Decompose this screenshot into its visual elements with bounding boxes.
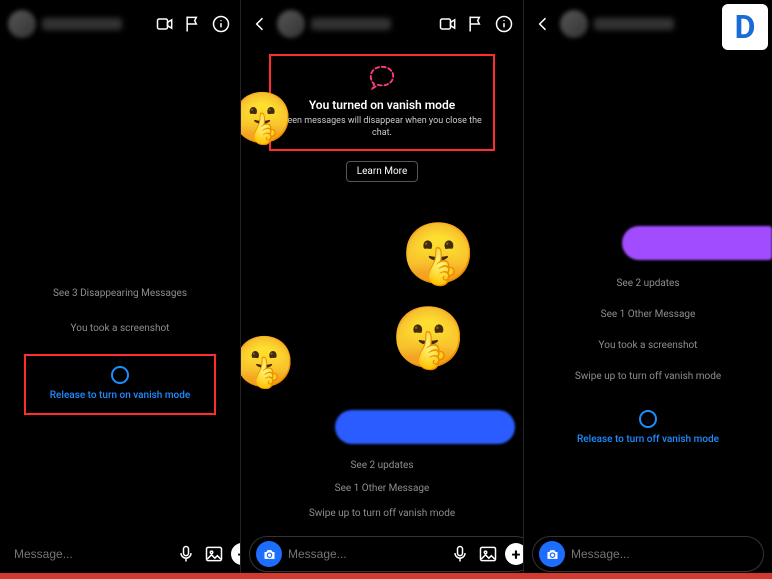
- gallery-icon[interactable]: [203, 543, 225, 565]
- add-icon[interactable]: +: [231, 543, 241, 565]
- vanish-progress-ring-icon: [639, 410, 657, 428]
- vanish-bubble-icon: [367, 64, 397, 92]
- brand-badge: D: [722, 4, 768, 50]
- message-input[interactable]: [14, 547, 169, 561]
- chat-body: See 2 updates See 1 Other Message You to…: [524, 48, 772, 535]
- vanish-progress-ring-icon: [111, 366, 129, 384]
- username-blur: [42, 18, 122, 30]
- chat-header: [241, 0, 523, 48]
- message-input[interactable]: [571, 547, 757, 561]
- see-updates-link[interactable]: See 2 updates: [616, 278, 679, 289]
- mic-icon[interactable]: [175, 543, 197, 565]
- avatar[interactable]: [277, 10, 305, 38]
- compose-pill[interactable]: [532, 536, 764, 572]
- vanish-notice-title: You turned on vanish mode: [277, 98, 487, 112]
- video-call-icon[interactable]: [437, 13, 459, 35]
- swipe-hint: Swipe up to turn off vanish mode: [309, 508, 455, 519]
- back-icon[interactable]: [249, 13, 271, 35]
- see-other-link[interactable]: See 1 Other Message: [601, 309, 696, 320]
- avatar[interactable]: [560, 10, 588, 38]
- disappearing-msg-link[interactable]: See 3 Disappearing Messages: [53, 288, 187, 299]
- shush-emoji-icon: 🤫: [241, 338, 289, 394]
- chat-header: [0, 0, 240, 48]
- learn-more-button[interactable]: Learn More: [346, 161, 419, 182]
- compose-pill[interactable]: +: [249, 536, 524, 572]
- flag-icon[interactable]: [182, 13, 204, 35]
- panel-release-on: See 3 Disappearing Messages You took a s…: [0, 0, 241, 579]
- panel-release-off: See 2 updates See 1 Other Message You to…: [524, 0, 772, 579]
- release-turn-on-label: Release to turn on vanish mode: [50, 390, 190, 401]
- release-off-group: Release to turn off vanish mode: [577, 410, 719, 445]
- shush-emoji-icon: 🤫: [391, 308, 455, 372]
- release-highlight-box: Release to turn on vanish mode: [24, 354, 216, 415]
- camera-icon[interactable]: [539, 541, 565, 567]
- swipe-hint: Swipe up to turn off vanish mode: [575, 371, 721, 382]
- vanish-notice-subtitle: Seen messages will disappear when you cl…: [277, 116, 487, 139]
- see-updates-link[interactable]: See 2 updates: [350, 460, 413, 471]
- screenshot-notice: You took a screenshot: [599, 340, 698, 351]
- info-icon[interactable]: [493, 13, 515, 35]
- flag-icon[interactable]: [465, 13, 487, 35]
- avatar[interactable]: [8, 10, 36, 38]
- username-blur: [311, 18, 391, 30]
- chat-body: You turned on vanish mode Seen messages …: [241, 48, 523, 535]
- compose-pill[interactable]: +: [8, 536, 241, 572]
- panel-vanish-on: You turned on vanish mode Seen messages …: [241, 0, 524, 579]
- see-other-link[interactable]: See 1 Other Message: [335, 483, 430, 494]
- back-icon[interactable]: [532, 13, 554, 35]
- sent-message-bubble[interactable]: [335, 410, 515, 444]
- message-input[interactable]: [288, 547, 443, 561]
- username-blur: [594, 18, 674, 30]
- decorative-bottom-bar: [0, 573, 772, 579]
- camera-icon[interactable]: [256, 541, 282, 567]
- video-call-icon[interactable]: [154, 13, 176, 35]
- shush-emoji-icon: 🤫: [401, 224, 465, 288]
- gallery-icon[interactable]: [477, 543, 499, 565]
- chat-body: See 3 Disappearing Messages You took a s…: [0, 48, 240, 535]
- screenshot-notice: You took a screenshot: [71, 323, 170, 334]
- mic-icon[interactable]: [449, 543, 471, 565]
- add-icon[interactable]: +: [505, 543, 524, 565]
- vanish-notice-highlight: You turned on vanish mode Seen messages …: [269, 54, 495, 151]
- release-turn-off-label: Release to turn off vanish mode: [577, 434, 719, 445]
- info-icon[interactable]: [210, 13, 232, 35]
- sent-message-bubble[interactable]: [622, 226, 772, 260]
